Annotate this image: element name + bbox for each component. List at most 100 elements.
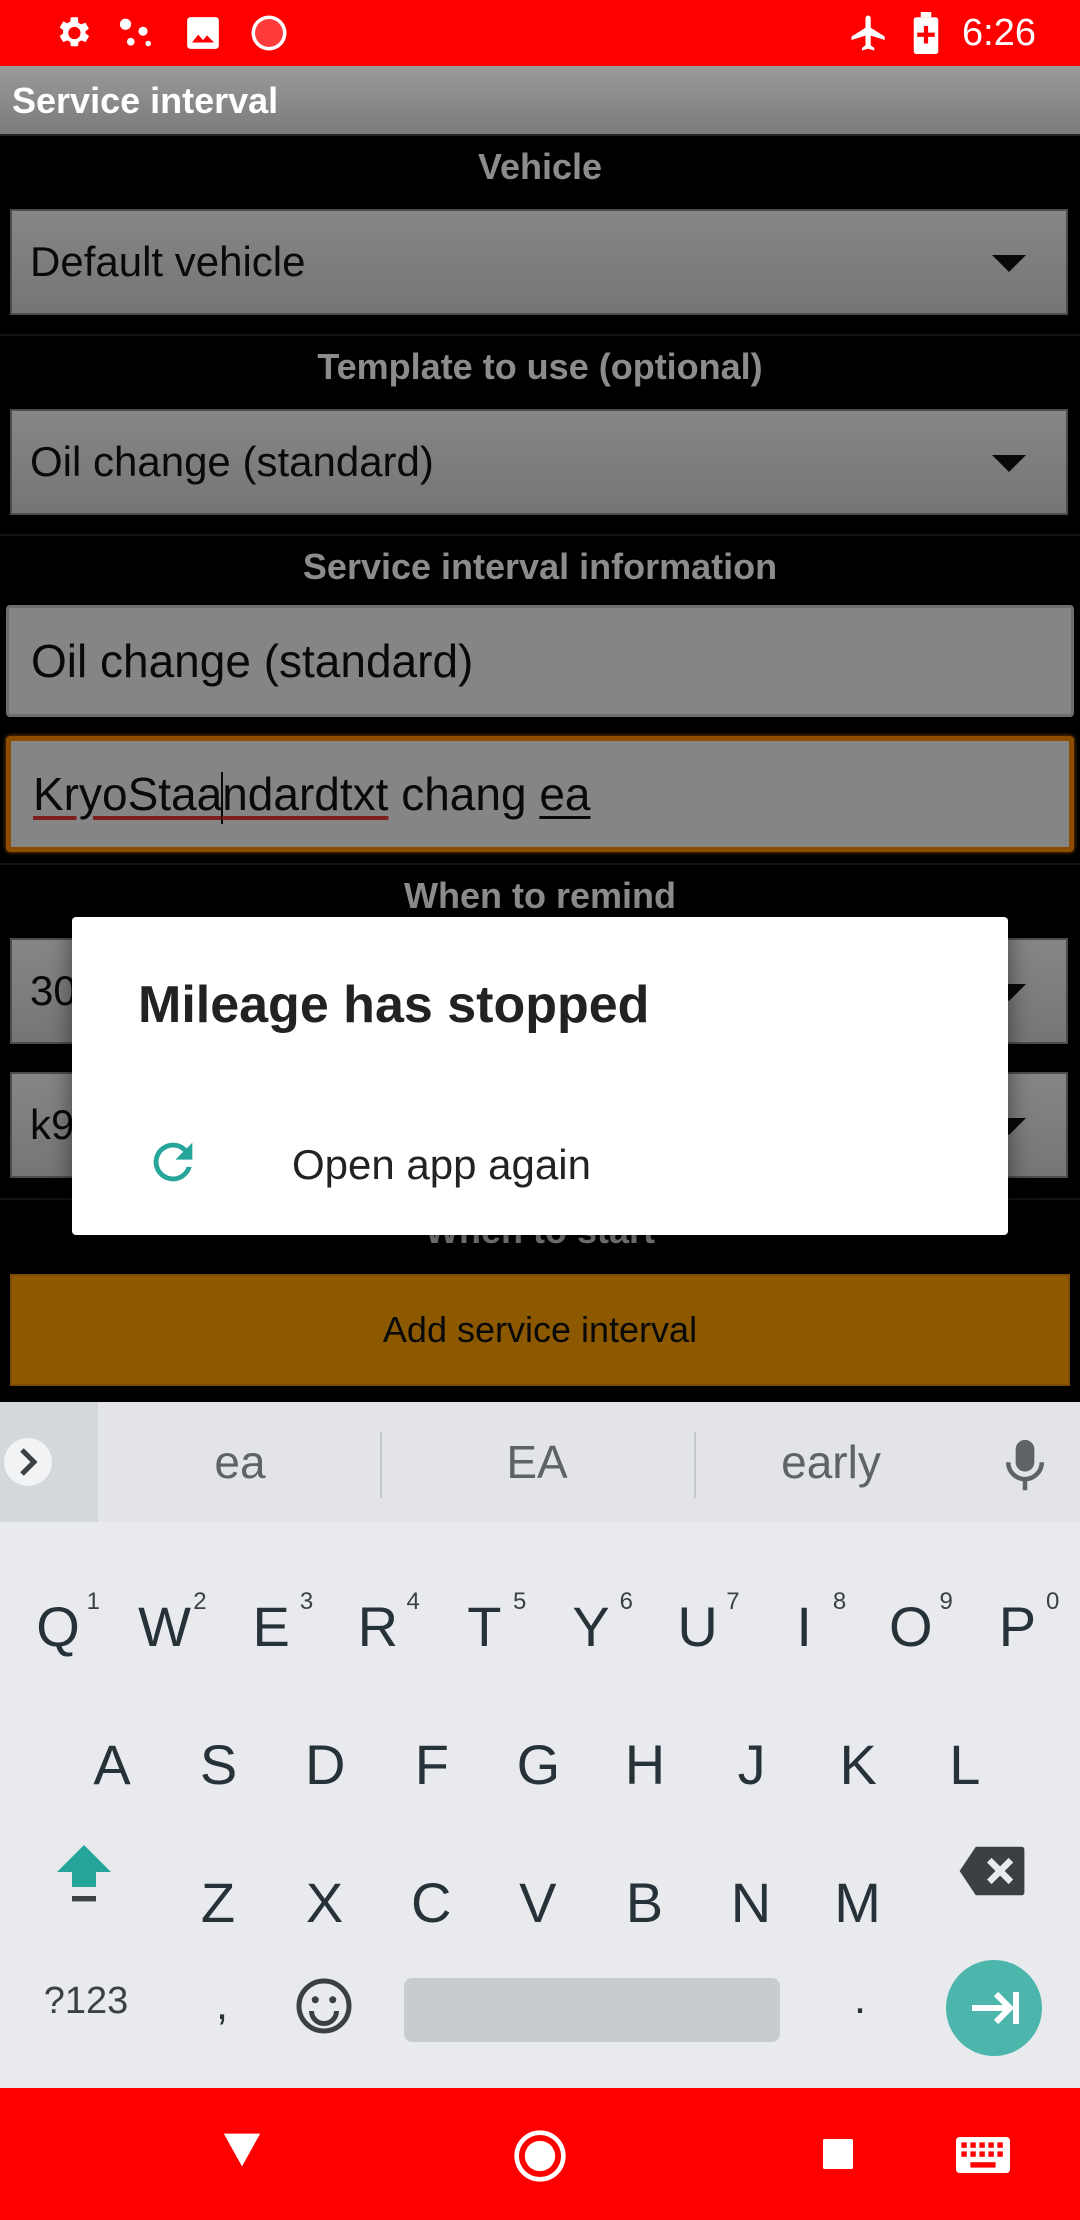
suggestion-1[interactable]: ea (100, 1402, 380, 1522)
key-label: Q (36, 1595, 80, 1658)
chevron-right-icon (4, 1438, 52, 1486)
key-label: S (199, 1733, 238, 1796)
key-k[interactable]: K (822, 1732, 894, 1797)
enter-arrow-icon (972, 1991, 1019, 2025)
key-hint: 9 (939, 1588, 953, 1615)
key-label: G (516, 1733, 561, 1796)
key-g[interactable]: G (502, 1732, 574, 1797)
page-title: Service interval (0, 66, 1080, 136)
open-app-again-button[interactable]: Open app again (72, 1111, 1008, 1219)
symbols-key[interactable]: ?123 (30, 1980, 142, 2023)
clock: 6:26 (962, 12, 1036, 54)
expand-toolbar-button[interactable] (0, 1402, 98, 1522)
key-hint: 8 (832, 1588, 847, 1615)
key-b[interactable]: B (608, 1870, 680, 1935)
key-hint: 3 (299, 1588, 314, 1615)
key-a[interactable]: A (76, 1732, 148, 1797)
emoji-icon (296, 1978, 352, 2034)
keyboard-switch-button[interactable] (956, 2136, 1010, 2179)
key-i[interactable]: I8 (768, 1588, 846, 1659)
key-j[interactable]: J (716, 1732, 788, 1797)
key-label: P (998, 1595, 1037, 1658)
backspace-key[interactable] (956, 1844, 1028, 1903)
key-v[interactable]: V (502, 1870, 574, 1935)
key-hint: 2 (193, 1588, 207, 1615)
status-bar: 6:26 (0, 0, 1080, 66)
key-y[interactable]: Y6 (555, 1588, 633, 1659)
recents-square-icon (823, 2139, 853, 2169)
key-label: H (624, 1733, 666, 1796)
key-label: R (357, 1595, 399, 1658)
key-label: J (737, 1733, 766, 1796)
key-m[interactable]: M (822, 1870, 894, 1935)
key-c[interactable]: C (395, 1870, 467, 1935)
refresh-icon (144, 1133, 202, 1196)
key-label: V (519, 1871, 557, 1934)
keyboard-icon (956, 2137, 1010, 2173)
key-w[interactable]: W2 (129, 1588, 206, 1659)
key-label: X (305, 1871, 344, 1934)
key-label: D (304, 1733, 346, 1796)
key-hint: 0 (1046, 1588, 1060, 1615)
share-dots-icon (114, 12, 158, 54)
soft-keyboard: ea EA early Q1W2E3R4T5Y6U7I8O9P0ASDFGHJK… (0, 1402, 1080, 2088)
period-key[interactable]: . (830, 1974, 890, 2024)
key-r[interactable]: R4 (342, 1588, 420, 1659)
shift-arrow-icon (57, 1845, 111, 1902)
back-button[interactable] (220, 2130, 264, 2175)
space-key[interactable] (404, 1978, 780, 2042)
shift-key[interactable] (48, 1836, 120, 1913)
comma-key[interactable]: , (192, 1980, 252, 2030)
key-label: W (138, 1595, 192, 1658)
key-label: M (834, 1871, 881, 1934)
key-hint: 6 (619, 1588, 633, 1615)
key-f[interactable]: F (396, 1732, 468, 1797)
system-nav-bar (0, 2088, 1080, 2220)
key-h[interactable]: H (609, 1732, 681, 1797)
open-app-again-label: Open app again (292, 1141, 591, 1188)
settings-icon (52, 12, 94, 54)
key-label: L (949, 1733, 981, 1796)
microphone-icon[interactable] (1002, 1438, 1048, 1499)
key-label: B (625, 1871, 664, 1934)
app-stopped-dialog: Mileage has stopped Open app again (72, 917, 1008, 1235)
key-label: O (889, 1595, 933, 1658)
key-label: U (677, 1595, 718, 1658)
key-label: Y (572, 1595, 610, 1658)
key-d[interactable]: D (289, 1732, 361, 1797)
key-t[interactable]: T5 (448, 1588, 526, 1659)
suggestion-3[interactable]: early (696, 1402, 966, 1522)
home-button[interactable] (512, 2128, 568, 2189)
recents-button[interactable] (820, 2136, 856, 2177)
enter-key[interactable] (946, 1960, 1042, 2056)
key-p[interactable]: P0 (981, 1588, 1060, 1659)
key-label: F (414, 1733, 449, 1796)
key-label: E (252, 1595, 290, 1658)
key-o[interactable]: O9 (875, 1588, 953, 1659)
key-l[interactable]: L (929, 1732, 1001, 1797)
home-circle-icon (514, 2130, 566, 2182)
key-x[interactable]: X (289, 1870, 361, 1935)
key-label: T (467, 1595, 502, 1658)
key-u[interactable]: U7 (662, 1588, 739, 1659)
airplane-icon (848, 12, 890, 54)
key-n[interactable]: N (715, 1870, 787, 1935)
key-hint: 4 (406, 1588, 420, 1615)
key-z[interactable]: Z (182, 1870, 254, 1935)
key-label: I (796, 1595, 812, 1658)
key-label: A (93, 1733, 131, 1796)
suggestion-2[interactable]: EA (382, 1402, 692, 1522)
image-icon (184, 12, 222, 54)
key-hint: 7 (726, 1588, 740, 1615)
key-q[interactable]: Q1 (22, 1588, 100, 1659)
key-e[interactable]: E3 (235, 1588, 314, 1659)
key-label: K (839, 1733, 877, 1796)
emoji-key[interactable] (294, 1976, 354, 2041)
key-hint: 5 (513, 1588, 527, 1615)
key-label: C (410, 1871, 452, 1934)
battery-icon (912, 12, 940, 54)
key-hint: 1 (86, 1588, 100, 1615)
record-icon (248, 12, 290, 54)
suggestion-strip: ea EA early (0, 1402, 1080, 1522)
key-s[interactable]: S (183, 1732, 255, 1797)
